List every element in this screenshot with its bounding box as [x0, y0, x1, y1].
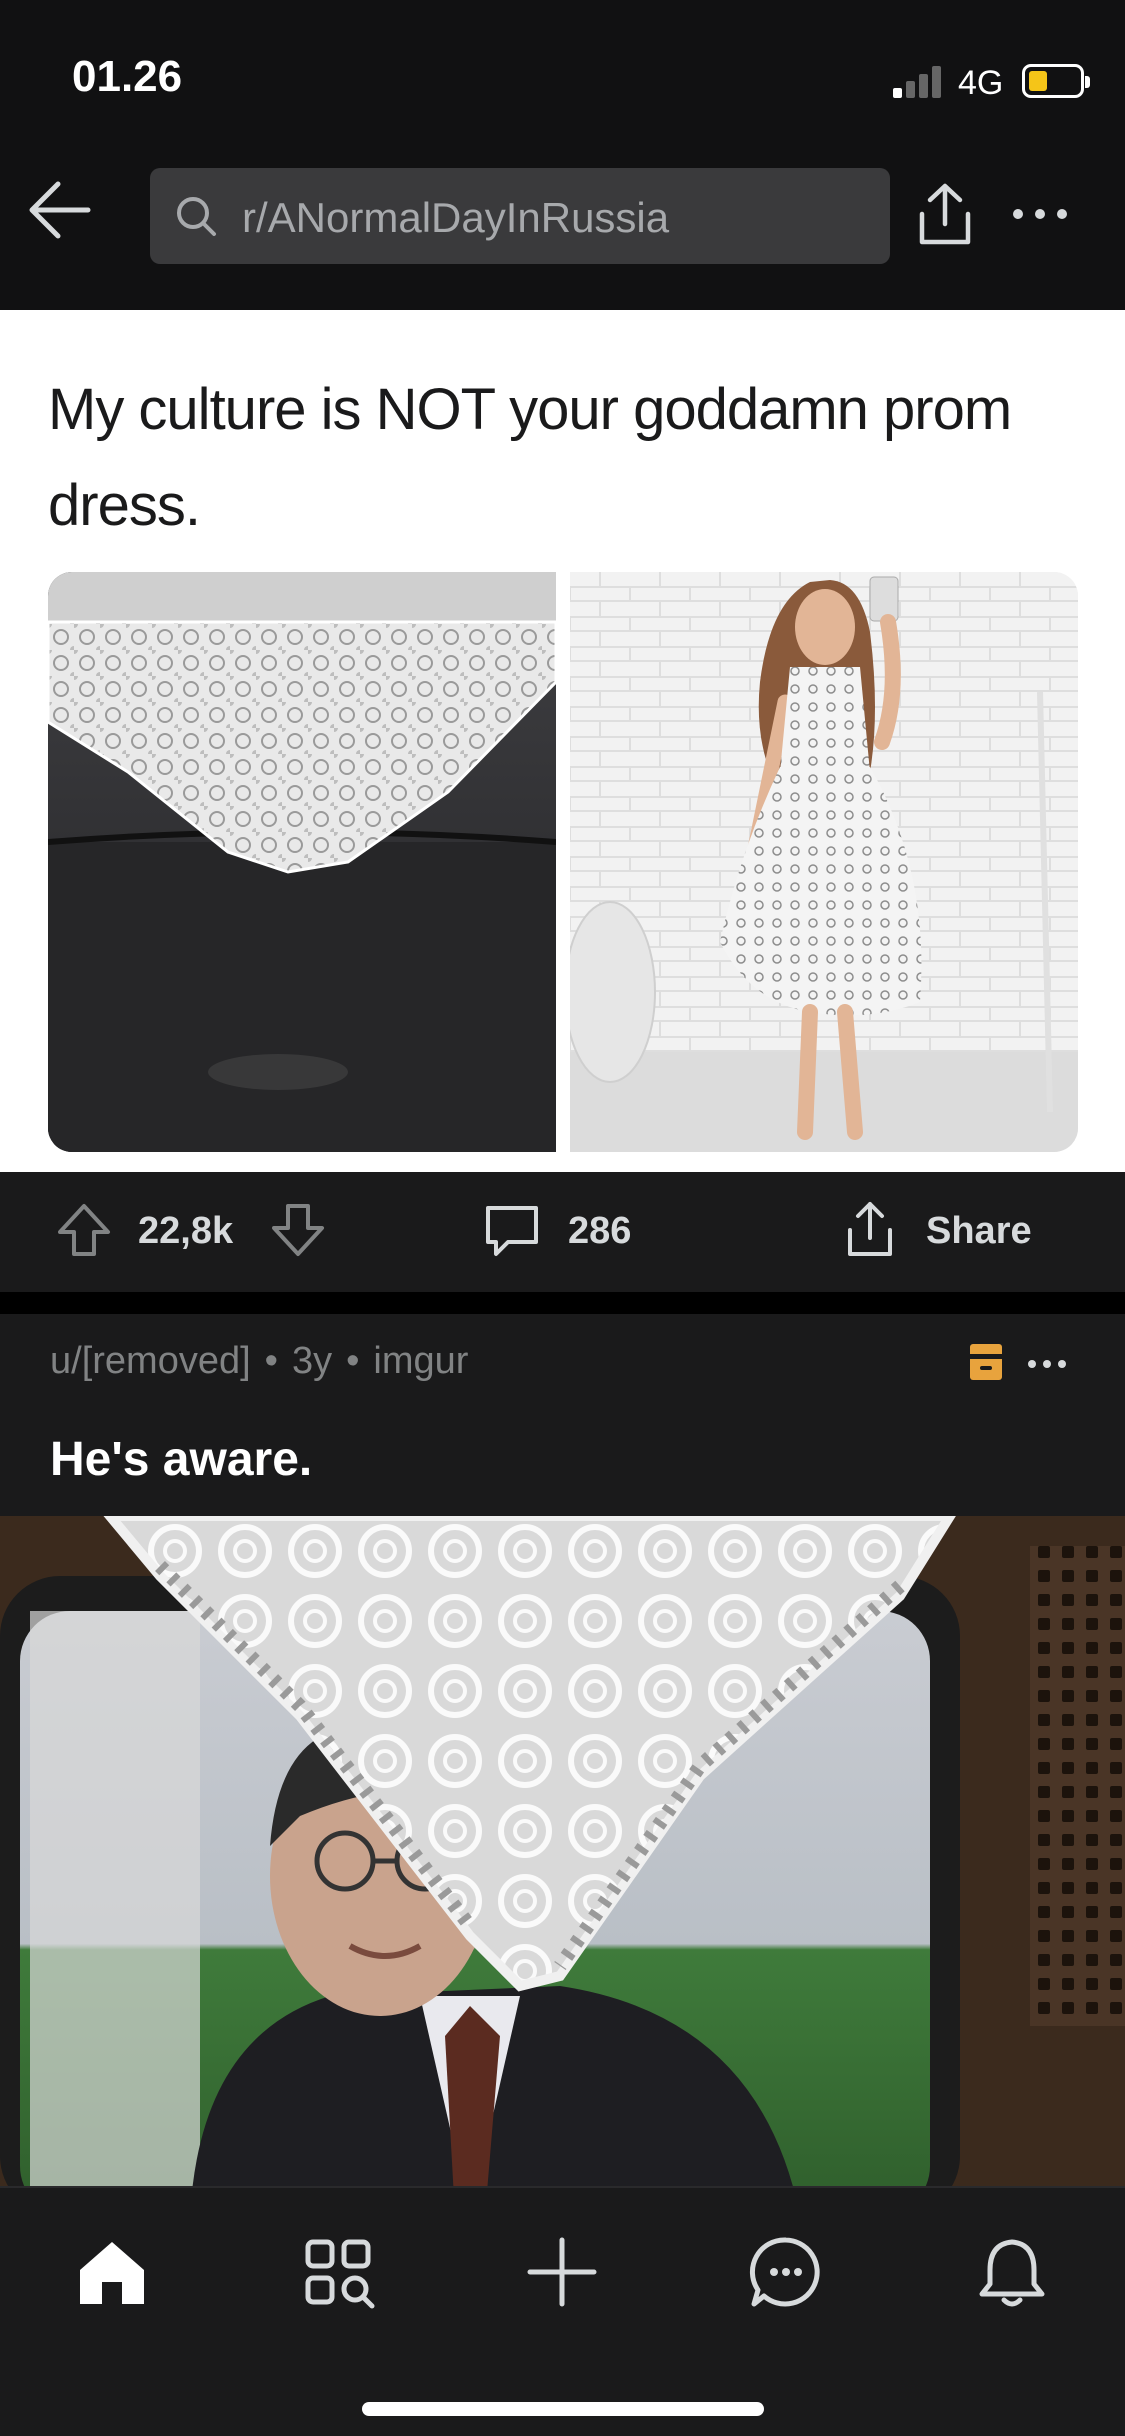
back-arrow-icon[interactable] — [22, 170, 102, 250]
downvote-icon[interactable] — [266, 1198, 330, 1262]
post-meta: u/[removed] • 3y • imgur — [50, 1340, 469, 1382]
meme-caption: My culture is NOT your goddamn prom dres… — [48, 377, 1012, 538]
status-bar: 01.26 4G — [0, 0, 1125, 150]
status-time: 01.26 — [72, 52, 183, 101]
post-media-image[interactable] — [0, 1516, 1125, 2216]
post-age: 3y — [291, 1340, 333, 1382]
share-icon[interactable] — [908, 178, 982, 252]
home-icon[interactable] — [72, 2232, 152, 2312]
bottom-navigation — [0, 2186, 1125, 2436]
search-query: r/ANormalDayInRussia — [242, 194, 670, 241]
search-bar[interactable]: r/ANormalDayInRussia — [150, 168, 890, 264]
lace-dress-photo — [570, 572, 1078, 1152]
mod-tools-icon[interactable] — [968, 1342, 1004, 1382]
chat-icon[interactable] — [746, 2232, 826, 2312]
post-title[interactable]: He's aware. — [50, 1432, 312, 1487]
doily-on-tv-photo — [48, 572, 556, 1152]
upvote-count: 22,8k — [138, 1210, 234, 1252]
discover-icon[interactable] — [298, 2232, 378, 2312]
network-type: 4G — [958, 64, 1004, 102]
feed-separator — [0, 1292, 1125, 1314]
battery-icon — [1022, 64, 1090, 98]
search-icon — [177, 197, 216, 236]
share-post-icon[interactable] — [838, 1198, 902, 1262]
share-button[interactable]: Share — [926, 1210, 1032, 1253]
notifications-bell-icon[interactable] — [972, 2232, 1052, 2312]
comment-count: 286 — [568, 1210, 632, 1252]
post-image[interactable]: My culture is NOT your goddamn prom dres… — [0, 310, 1125, 1172]
more-options-icon[interactable] — [1010, 206, 1070, 222]
post-author[interactable]: u/[removed] — [50, 1340, 251, 1382]
home-indicator[interactable] — [362, 2402, 764, 2416]
comment-icon[interactable] — [480, 1198, 544, 1262]
post-action-bar: 22,8k 286 Share — [0, 1172, 1125, 1292]
signal-strength-icon — [893, 64, 945, 98]
create-post-icon[interactable] — [522, 2232, 602, 2312]
post-domain[interactable]: imgur — [373, 1340, 468, 1382]
upvote-icon[interactable] — [52, 1198, 116, 1262]
post-more-options-icon[interactable] — [1026, 1358, 1068, 1370]
subreddit-header: r/ANormalDayInRussia — [0, 150, 1125, 310]
feed-post[interactable]: u/[removed] • 3y • imgur He's aware. — [0, 1314, 1125, 2314]
